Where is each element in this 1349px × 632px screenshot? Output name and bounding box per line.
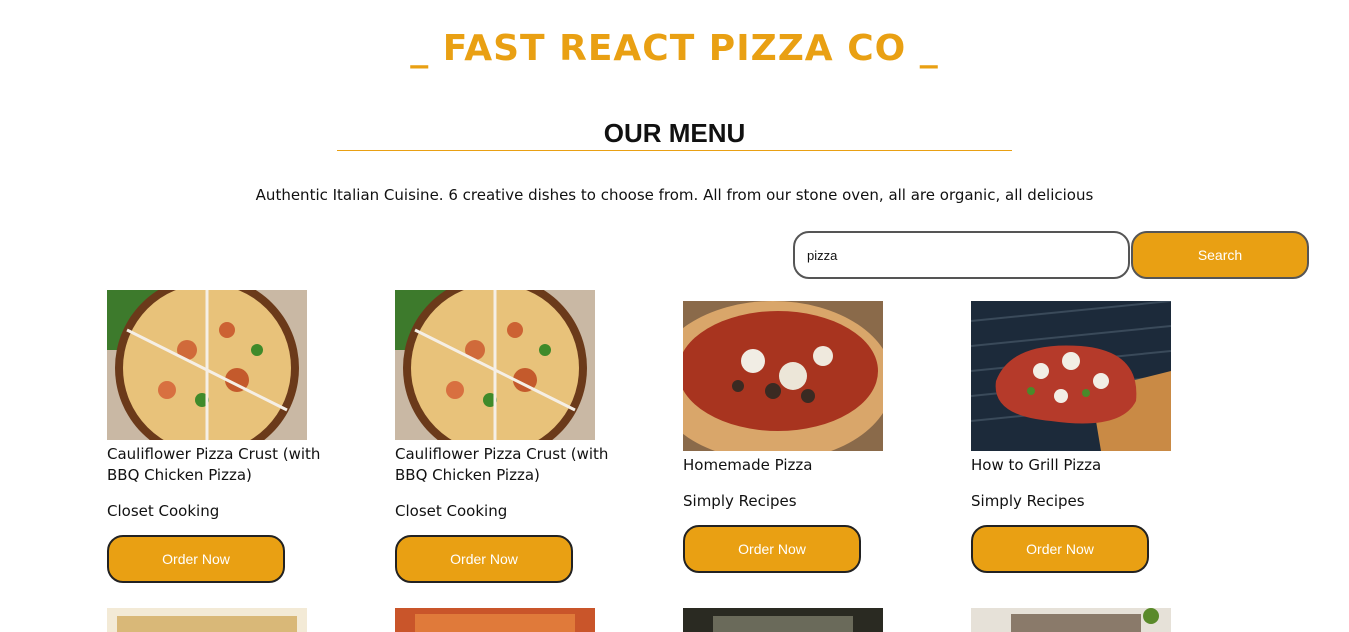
recipe-title: Cauliflower Pizza Crust (with BBQ Chicke…	[395, 445, 609, 484]
brand-title: _ FAST REACT PIZZA CO _	[410, 28, 939, 69]
recipe-image	[107, 290, 307, 440]
search-input[interactable]	[793, 231, 1130, 279]
menu-tagline: Authentic Italian Cuisine. 6 creative di…	[255, 186, 1094, 204]
recipe-publisher: Simply Recipes	[971, 492, 1085, 510]
recipe-image-partial	[683, 608, 883, 632]
recipe-image-partial	[971, 608, 1171, 632]
order-now-button[interactable]: Order Now	[683, 525, 861, 573]
recipe-image	[971, 301, 1171, 451]
menu-divider	[337, 150, 1012, 151]
recipe-image	[395, 290, 595, 440]
recipe-title: How to Grill Pizza	[971, 456, 1102, 474]
order-now-button[interactable]: Order Now	[107, 535, 285, 583]
recipe-title: Cauliflower Pizza Crust (with BBQ Chicke…	[107, 445, 321, 484]
order-now-button[interactable]: Order Now	[395, 535, 573, 583]
recipe-image-partial	[107, 608, 307, 632]
recipe-title: Homemade Pizza	[683, 456, 813, 474]
recipe-image	[683, 301, 883, 451]
recipe-publisher: Simply Recipes	[683, 492, 797, 510]
recipe-card: Homemade Pizza Simply Recipes Order Now	[683, 301, 933, 573]
recipe-publisher: Closet Cooking	[395, 502, 508, 520]
recipe-card: Cauliflower Pizza Crust (with BBQ Chicke…	[107, 290, 357, 583]
recipe-publisher: Closet Cooking	[107, 502, 220, 520]
order-now-button[interactable]: Order Now	[971, 525, 1149, 573]
search-button[interactable]: Search	[1131, 231, 1309, 279]
menu-heading: OUR MENU	[603, 118, 746, 148]
recipe-image-partial	[395, 608, 595, 632]
recipe-card: How to Grill Pizza Simply Recipes Order …	[971, 301, 1221, 573]
recipe-card: Cauliflower Pizza Crust (with BBQ Chicke…	[395, 290, 645, 583]
